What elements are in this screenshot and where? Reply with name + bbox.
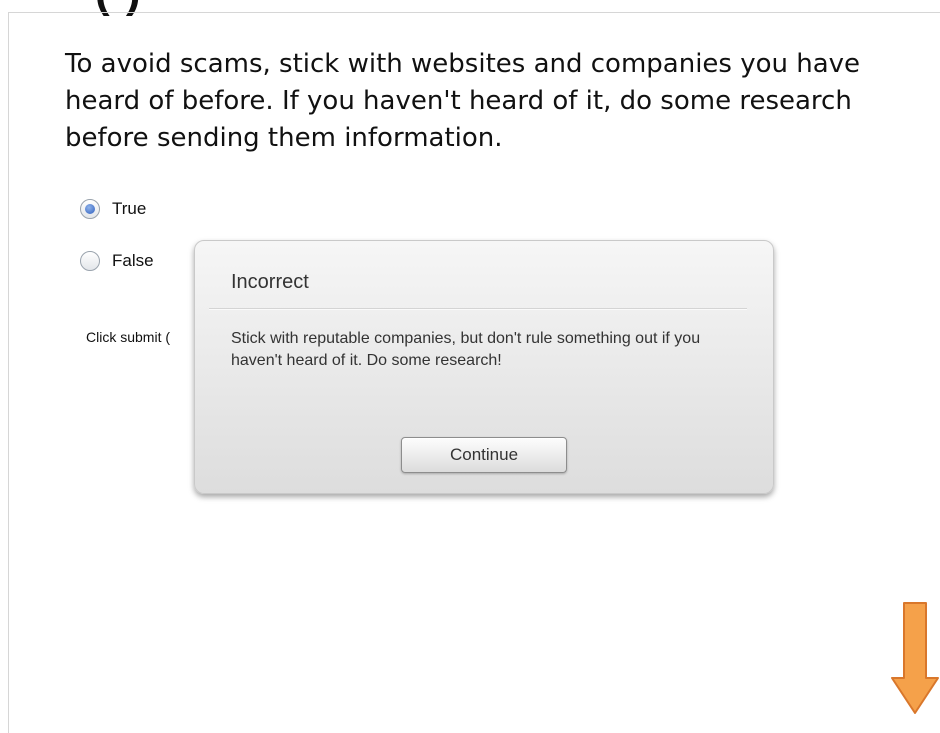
feedback-dialog: Incorrect Stick with reputable companies… xyxy=(194,240,774,494)
dialog-divider xyxy=(209,309,747,310)
dialog-message: Stick with reputable companies, but don'… xyxy=(231,330,701,369)
down-arrow-icon[interactable] xyxy=(890,602,940,715)
radio-true[interactable] xyxy=(80,199,100,219)
dialog-title: Incorrect xyxy=(231,271,309,293)
option-true[interactable]: True xyxy=(80,199,146,219)
question-text: To avoid scams, stick with websites and … xyxy=(65,49,861,153)
option-true-label: True xyxy=(112,199,147,218)
option-false-label: False xyxy=(112,251,154,270)
option-false[interactable]: False xyxy=(80,251,154,271)
submit-hint: Click submit ( xyxy=(86,329,171,345)
continue-button[interactable]: Continue xyxy=(401,437,567,473)
radio-false[interactable] xyxy=(80,251,100,271)
